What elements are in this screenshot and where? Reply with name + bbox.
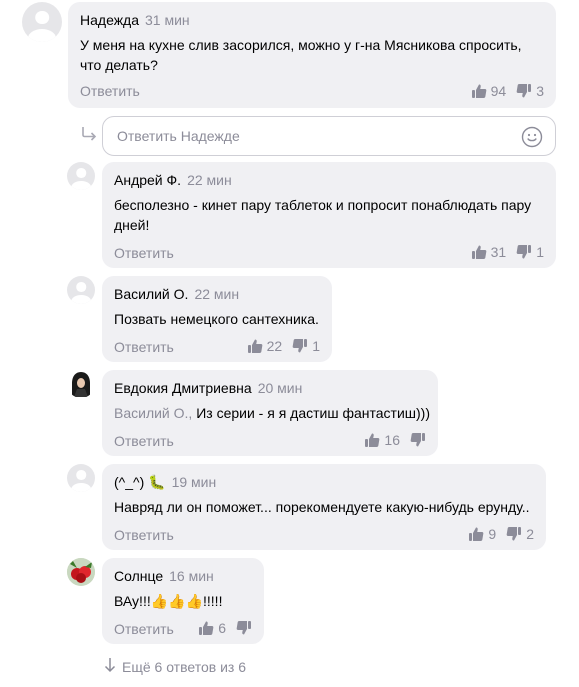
dislike-icon[interactable] [516, 244, 532, 260]
like-icon[interactable] [247, 338, 263, 354]
comment-meta: Андрей Ф. 22 мин [114, 172, 232, 188]
avatar[interactable] [67, 276, 95, 304]
comment-time: 22 мин [194, 286, 240, 302]
dislike-icon[interactable] [292, 338, 308, 354]
comment-meta: Евдокия Дмитриевна 20 мин [114, 380, 302, 396]
vote-bar: 6 [198, 620, 252, 636]
comment-time: 20 мин [257, 380, 303, 396]
comment-meta: (^_^) 🐛 19 мин [114, 474, 216, 491]
show-more-replies-button[interactable]: Ещё 6 ответов из 6 [104, 657, 246, 676]
reply-button[interactable]: Ответить [114, 433, 174, 449]
comment-text: бесполезно - кинет пару таблеток и попро… [114, 197, 532, 233]
comment-time: 19 мин [171, 474, 217, 490]
reply-button[interactable]: Ответить [114, 621, 174, 637]
dislike-count: 3 [536, 83, 544, 99]
like-count: 6 [218, 620, 226, 636]
comment-text-body: Из серии - я я дастиш фантастиш))) [196, 405, 431, 421]
like-icon[interactable] [364, 432, 380, 448]
like-count: 22 [266, 338, 283, 354]
smile-icon[interactable] [521, 126, 543, 153]
like-count: 9 [488, 526, 497, 542]
dislike-count: 2 [526, 526, 534, 542]
reply-input[interactable] [117, 126, 497, 146]
comment-bubble: Василий О. 22 мин Позвать немецкого санте… [102, 276, 332, 362]
dislike-icon[interactable] [410, 432, 426, 448]
mention-link[interactable]: Василий О., [114, 405, 192, 421]
vote-bar: 31 1 [471, 244, 544, 260]
comment-meta: Солнце 16 мин [114, 568, 214, 584]
dislike-count: 1 [312, 338, 320, 354]
like-icon[interactable] [198, 620, 214, 636]
comment-bubble: Солнце 16 мин ВАу!!!👍👍👍!!!!! Ответить 6 [102, 558, 264, 644]
avatar[interactable] [67, 558, 95, 586]
vote-bar: 94 3 [471, 83, 544, 99]
comment-author[interactable]: (^_^) 🐛 [114, 474, 166, 490]
like-icon[interactable] [471, 244, 487, 260]
comment-meta: Василий О. 22 мин [114, 286, 239, 302]
dislike-icon[interactable] [236, 620, 252, 636]
reply-button[interactable]: Ответить [114, 339, 174, 355]
like-icon[interactable] [471, 83, 487, 99]
avatar[interactable] [67, 162, 95, 190]
avatar[interactable] [67, 464, 95, 492]
comment-author[interactable]: Евдокия Дмитриевна [114, 380, 252, 396]
comment-author[interactable]: Василий О. [114, 286, 188, 302]
reply-button[interactable]: Ответить [80, 83, 140, 99]
vote-bar: 9 2 [468, 526, 534, 542]
comment-time: 16 мин [169, 568, 214, 584]
avatar[interactable] [67, 370, 95, 398]
reply-arrow-icon [80, 126, 98, 147]
comment-bubble: Евдокия Дмитриевна 20 мин Василий О., Из … [102, 370, 438, 456]
comment-text: ВАу!!!👍👍👍!!!!! [114, 593, 223, 609]
show-more-label: Ещё 6 ответов из 6 [122, 658, 246, 675]
comment-text: Василий О., Из серии - я я дастиш фантас… [114, 403, 434, 423]
reply-field[interactable] [102, 116, 556, 156]
like-icon[interactable] [468, 526, 484, 542]
arrow-down-icon [104, 657, 116, 676]
comment-bubble: (^_^) 🐛 19 мин Навряд ли он поможет... по… [102, 464, 546, 550]
comment-text: Навряд ли он поможет... порекомендуете к… [114, 499, 530, 515]
comment-bubble: Надежда 31 мин У меня на кухне слив засор… [68, 2, 556, 108]
avatar[interactable] [22, 2, 62, 42]
comment-text: Позвать немецкого сантехника. [114, 311, 319, 327]
reply-button[interactable]: Ответить [114, 245, 174, 261]
like-count: 31 [490, 244, 507, 260]
dislike-icon[interactable] [506, 526, 522, 542]
comment-text: У меня на кухне слив засорился, можно у … [80, 37, 522, 73]
like-count: 94 [490, 83, 507, 99]
comment-author[interactable]: Надежда [80, 12, 139, 28]
dislike-icon[interactable] [516, 83, 532, 99]
comment-author[interactable]: Солнце [114, 568, 163, 584]
vote-bar: 16 [364, 432, 426, 448]
comment-time: 31 мин [145, 12, 190, 28]
like-count: 16 [384, 432, 400, 448]
comment-author[interactable]: Андрей Ф. [114, 172, 181, 188]
comment-time: 22 мин [187, 172, 232, 188]
vote-bar: 22 1 [247, 338, 320, 354]
dislike-count: 1 [536, 244, 544, 260]
comment-meta: Надежда 31 мин [80, 12, 190, 28]
reply-button[interactable]: Ответить [114, 527, 174, 543]
comment-bubble: Андрей Ф. 22 мин бесполезно - кинет пару … [102, 162, 556, 268]
